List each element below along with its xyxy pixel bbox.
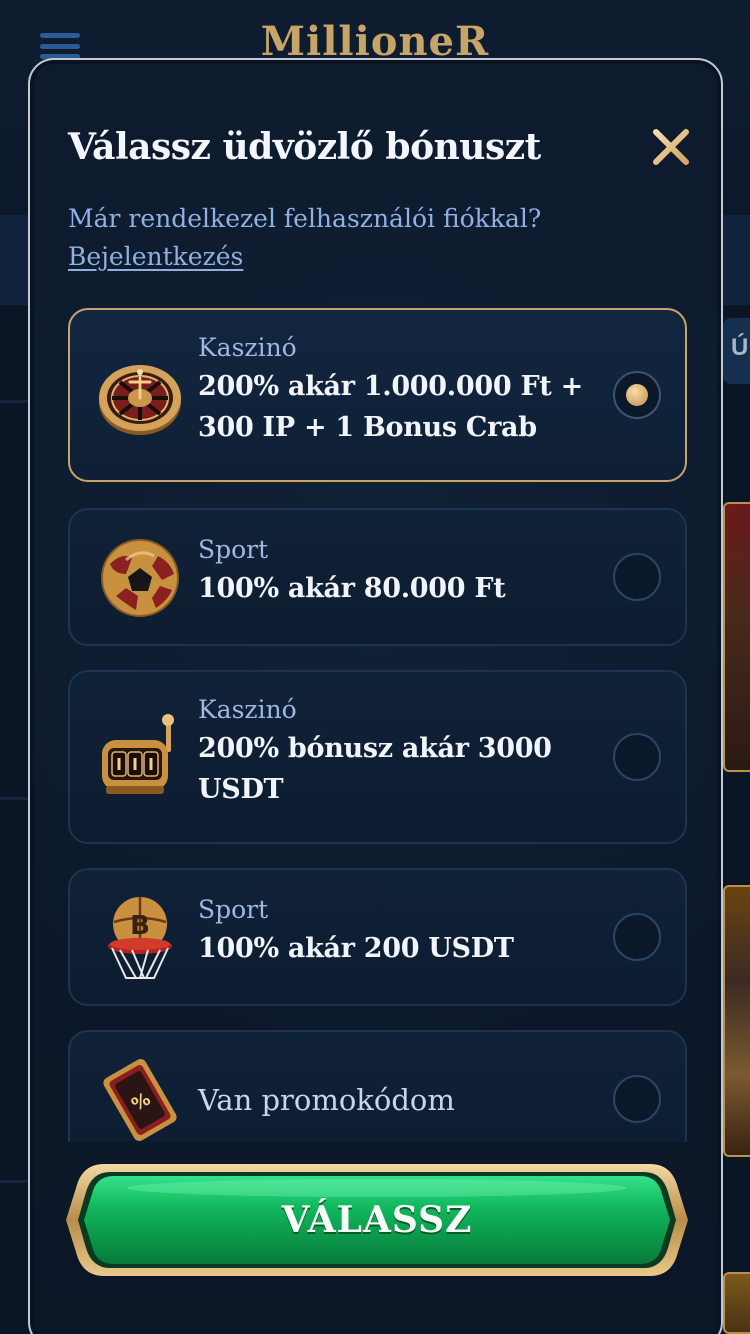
- option-category: Sport: [198, 535, 269, 564]
- option-category: Sport: [198, 895, 269, 924]
- promo-code-option[interactable]: % Van promokódom: [68, 1030, 687, 1142]
- welcome-bonus-modal: Válassz üdvözlő bónuszt Már rendelkezel …: [28, 58, 723, 1334]
- game-thumbnail[interactable]: [723, 502, 750, 772]
- game-thumbnail[interactable]: [723, 885, 750, 1157]
- close-button[interactable]: [648, 124, 694, 170]
- roulette-icon: [96, 352, 184, 440]
- side-tab[interactable]: Ú: [723, 318, 750, 384]
- bonus-option-sport[interactable]: Sport 100% akár 80.000 Ft: [68, 508, 687, 646]
- bonus-options-list: Kaszinó 200% akár 1.000.000 Ft + 300 IP …: [68, 308, 687, 1142]
- bonus-option-sport-crypto[interactable]: B Sport 100% akár 200 USDT: [68, 868, 687, 1006]
- radio-unselected[interactable]: [613, 913, 661, 961]
- radio-selected[interactable]: [613, 371, 661, 419]
- bonus-option-casino[interactable]: Kaszinó 200% akár 1.000.000 Ft + 300 IP …: [68, 308, 687, 482]
- radio-unselected[interactable]: [613, 1075, 661, 1123]
- radio-unselected[interactable]: [613, 553, 661, 601]
- menu-icon[interactable]: [40, 33, 80, 59]
- option-title: 200% bónusz akár 3000 USDT: [198, 733, 552, 805]
- slot-machine-icon: [96, 714, 184, 802]
- close-icon: [653, 129, 689, 165]
- option-category: Kaszinó: [198, 695, 297, 724]
- game-thumbnail[interactable]: [723, 1272, 750, 1334]
- soccer-ball-icon: [96, 534, 184, 622]
- choose-button[interactable]: VÁLASSZ: [86, 1168, 668, 1272]
- basketball-hoop-icon: B: [96, 894, 184, 982]
- promo-ticket-icon: %: [96, 1056, 184, 1142]
- modal-title: Válassz üdvözlő bónuszt: [68, 126, 541, 168]
- option-title: 100% akár 80.000 Ft: [198, 573, 506, 604]
- submit-area: VÁLASSZ: [64, 1158, 690, 1282]
- promo-code-label: Van promokódom: [198, 1083, 455, 1117]
- bonus-option-casino-crypto[interactable]: Kaszinó 200% bónusz akár 3000 USDT: [68, 670, 687, 844]
- svg-text:B: B: [130, 911, 150, 941]
- brand-logo: MillioneR: [260, 18, 490, 62]
- option-category: Kaszinó: [198, 333, 297, 362]
- radio-unselected[interactable]: [613, 733, 661, 781]
- account-prompt: Már rendelkezel felhasználói fiókkal?: [68, 204, 542, 233]
- option-title: 100% akár 200 USDT: [198, 933, 514, 964]
- option-title: 200% akár 1.000.000 Ft + 300 IP + 1 Bonu…: [198, 371, 583, 443]
- login-link[interactable]: Bejelentkezés: [68, 242, 243, 271]
